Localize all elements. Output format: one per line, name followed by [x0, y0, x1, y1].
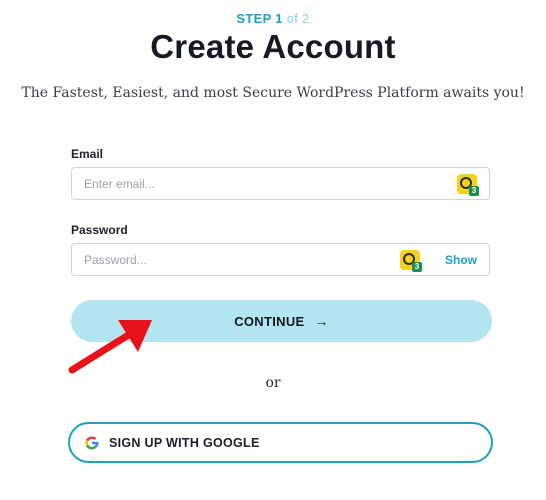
email-field[interactable]: Enter email... 3 — [71, 167, 490, 200]
step-current: 1 — [275, 11, 283, 26]
password-manager-icon[interactable]: 3 — [457, 174, 479, 196]
step-label: STEP — [236, 11, 272, 26]
google-signup-button[interactable]: SIGN UP WITH GOOGLE — [68, 422, 493, 463]
email-placeholder: Enter email... — [84, 177, 155, 191]
show-password-toggle[interactable]: Show — [445, 253, 477, 267]
google-signup-label: SIGN UP WITH GOOGLE — [109, 436, 260, 450]
google-g-icon — [85, 436, 99, 450]
page-subtitle: The Fastest, Easiest, and most Secure Wo… — [21, 85, 525, 101]
password-placeholder: Password... — [84, 253, 147, 267]
password-label: Password — [71, 223, 128, 237]
annotation-arrow — [68, 320, 152, 374]
password-manager-icon[interactable]: 3 — [400, 250, 422, 272]
or-divider: or — [265, 375, 281, 391]
password-manager-badge: 3 — [412, 262, 422, 272]
password-field[interactable]: Password... 3 Show — [71, 243, 490, 276]
arrow-right-icon: → — [314, 313, 329, 329]
step-indicator: STEP 1 of 2 — [0, 11, 546, 26]
continue-label: CONTINUE — [234, 313, 305, 329]
password-manager-badge: 3 — [469, 186, 479, 196]
email-label: Email — [71, 147, 104, 161]
page-title: Create Account — [150, 28, 396, 65]
step-total: of 2 — [286, 11, 310, 26]
